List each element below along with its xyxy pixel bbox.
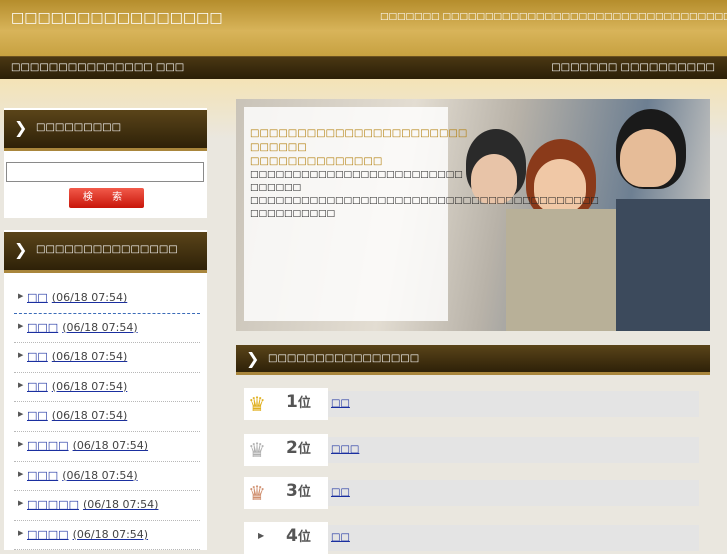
ranking-link[interactable]: □□□ bbox=[331, 444, 359, 455]
arrow-right-icon: ▶ bbox=[258, 531, 265, 540]
ranking-row: ▶ 4位 □□ bbox=[244, 522, 699, 554]
list-item-link[interactable]: □□□ (06/18 07:54) bbox=[27, 469, 138, 482]
ranking-link[interactable]: □□ bbox=[331, 532, 350, 543]
arrow-right-icon: ▶ bbox=[18, 321, 24, 330]
chevron-right-icon: ❯ bbox=[14, 240, 28, 259]
ranking-row: ♛ 1位 □□ bbox=[244, 388, 699, 420]
hero-banner: □□□□□□□□□□□□□□□□□□□□□□□ □□□□□□ □□□□□□□□□… bbox=[236, 99, 710, 331]
hero-photo-face bbox=[620, 129, 676, 187]
arrow-right-icon: ▶ bbox=[18, 439, 24, 448]
rank-number: 2位 bbox=[286, 438, 311, 458]
site-description: □□□□□□□ □□□□□□□□□□□□□□□□□□□□□□□□□□□□□□□□… bbox=[380, 12, 727, 22]
nav-bar: □□□□□□□□□□□□□□□ □□□ □□□□□□□ □□□□□□□□□□ bbox=[0, 56, 727, 79]
list-item: ▶ □□ (06/18 07:54) bbox=[14, 373, 200, 403]
list-item-date: (06/18 07:54) bbox=[51, 350, 128, 364]
hero-body: □□□□□□□□□□□□□□□□□□□□□□□□□ □□□□□□ □□□□□□□… bbox=[250, 170, 599, 219]
list-item: ▶ □□ (06/18 07:54) bbox=[14, 402, 200, 432]
rank-badge: ♛ 1位 bbox=[244, 388, 328, 420]
ranking-title: □□□□□□□□□□□□□□□□ bbox=[268, 353, 420, 364]
ranking-header: ❯ □□□□□□□□□□□□□□□□ bbox=[236, 345, 710, 375]
list-item-date: (06/18 07:54) bbox=[72, 527, 149, 541]
ranking-row: ♛ 3位 □□ bbox=[244, 477, 699, 509]
list-item-date: (06/18 07:54) bbox=[51, 409, 128, 423]
arrow-right-icon: ▶ bbox=[18, 292, 24, 300]
list-item-link[interactable]: □□ (06/18 07:54) bbox=[27, 291, 127, 304]
arrow-right-icon: ▶ bbox=[18, 528, 24, 537]
list-item-link[interactable]: □□□ (06/18 07:54) bbox=[27, 321, 138, 334]
hero-heading: □□□□□□□□□□□□□□□□□□□□□□□ □□□□□□ □□□□□□□□□… bbox=[250, 128, 468, 167]
list-item-date: (06/18 07:54) bbox=[62, 468, 138, 482]
latest-panel-header: ❯ □□□□□□□□□□□□□□□ bbox=[4, 232, 207, 273]
search-panel-title: □□□□□□□□□ bbox=[36, 122, 122, 133]
list-item: ▶ □□ (06/18 07:54) bbox=[14, 343, 200, 373]
ranking-link[interactable]: □□ bbox=[331, 398, 350, 409]
crown-icon: ♛ bbox=[248, 481, 266, 505]
arrow-right-icon: ▶ bbox=[18, 499, 24, 508]
list-item-date: (06/18 07:54) bbox=[82, 498, 159, 512]
crown-icon: ♛ bbox=[248, 392, 266, 416]
arrow-right-icon: ▶ bbox=[18, 351, 24, 360]
site-header: □□□□□□□□□□□□□□□□ □□□□□□□ □□□□□□□□□□□□□□□… bbox=[0, 0, 727, 56]
latest-list: ▶ □□ (06/18 07:54) ▶ □□□ (06/18 07:54) ▶ □□ (06/… bbox=[14, 284, 200, 551]
rank-number: 3位 bbox=[286, 481, 311, 501]
hero-photo-suit bbox=[616, 199, 710, 331]
list-item-date: (06/18 07:54) bbox=[72, 438, 149, 452]
rank-number: 4位 bbox=[286, 526, 311, 546]
list-item-date: (06/18 07:54) bbox=[62, 320, 138, 334]
chevron-right-icon: ❯ bbox=[14, 118, 28, 137]
list-item-link[interactable]: □□ (06/18 07:54) bbox=[27, 409, 127, 422]
nav-left-text: □□□□□□□□□□□□□□□ □□□ bbox=[11, 62, 185, 73]
list-item-link[interactable]: □□□□□ (06/18 07:54) bbox=[27, 498, 158, 511]
arrow-right-icon: ▶ bbox=[18, 469, 24, 478]
rank-number: 1位 bbox=[286, 392, 311, 412]
list-item: ▶ □□□□ (06/18 07:54) bbox=[14, 432, 200, 462]
arrow-right-icon: ▶ bbox=[18, 380, 24, 389]
nav-right-link[interactable]: □□□□□□□ □□□□□□□□□□ bbox=[551, 62, 715, 73]
rank-badge: ▶ 4位 bbox=[244, 522, 328, 554]
list-item: ▶ □□□ (06/18 07:54) bbox=[14, 314, 200, 344]
list-item: ▶ □□ (06/18 07:54) bbox=[14, 284, 200, 314]
hero-photo-jacket bbox=[506, 209, 616, 331]
list-item-date: (06/18 07:54) bbox=[51, 379, 128, 393]
list-item-link[interactable]: □□□□ (06/18 07:54) bbox=[27, 528, 148, 541]
chevron-right-icon: ❯ bbox=[246, 349, 260, 368]
crown-icon: ♛ bbox=[248, 438, 266, 462]
search-panel-header: ❯ □□□□□□□□□ bbox=[4, 110, 207, 151]
latest-panel-title: □□□□□□□□□□□□□□□ bbox=[36, 244, 178, 255]
rank-badge: ♛ 3位 bbox=[244, 477, 328, 509]
ranking-link[interactable]: □□ bbox=[331, 487, 350, 498]
list-item-date: (06/18 07:54) bbox=[51, 291, 128, 304]
list-item: ▶ □□□□□ (06/18 07:54) bbox=[14, 491, 200, 521]
rank-badge: ♛ 2位 bbox=[244, 434, 328, 466]
list-item-link[interactable]: □□□□ (06/18 07:54) bbox=[27, 439, 148, 452]
list-item-link[interactable]: □□ (06/18 07:54) bbox=[27, 380, 127, 393]
list-item-link[interactable]: □□ (06/18 07:54) bbox=[27, 350, 127, 363]
list-item: ▶ □□□ (06/18 07:54) bbox=[14, 462, 200, 492]
search-input[interactable] bbox=[6, 162, 204, 182]
site-title[interactable]: □□□□□□□□□□□□□□□□ bbox=[11, 10, 223, 26]
search-button[interactable]: 検 索 bbox=[69, 188, 144, 208]
ranking-row: ♛ 2位 □□□ bbox=[244, 434, 699, 466]
list-item: ▶ □□□□ (06/18 07:54) bbox=[14, 521, 200, 551]
arrow-right-icon: ▶ bbox=[18, 410, 24, 419]
hero-textbox: □□□□□□□□□□□□□□□□□□□□□□□ □□□□□□ □□□□□□□□□… bbox=[244, 107, 599, 321]
